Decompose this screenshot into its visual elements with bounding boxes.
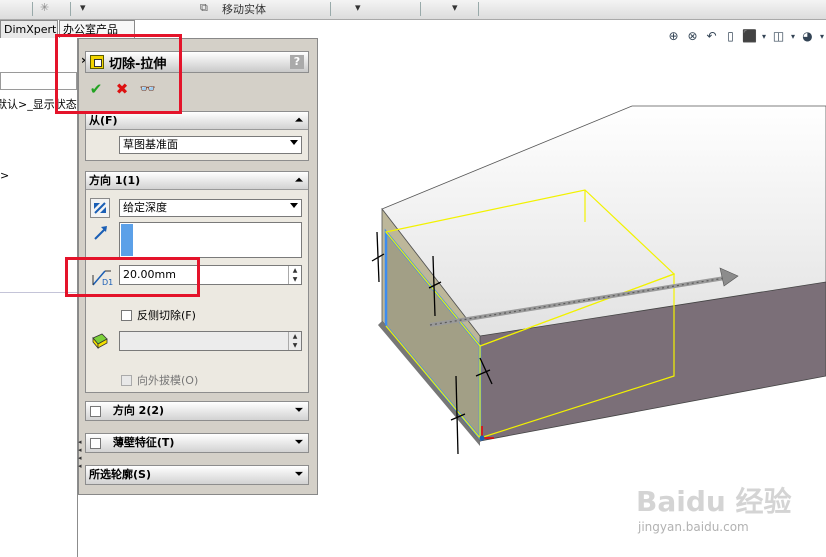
dropdown-arrow-icon[interactable]: ▾ (80, 1, 86, 14)
thin-feature-label: 薄壁特征(T) (112, 436, 175, 449)
ok-check-icon[interactable]: ✔ (88, 80, 104, 98)
chevron-down-icon (290, 203, 298, 208)
display-style-icon[interactable]: ◫ (770, 28, 787, 45)
view-orientation-icon[interactable]: ⬛ (741, 28, 758, 45)
direction2-group: 方向 2(2) ⏷ (85, 401, 309, 421)
panel-splitter[interactable]: ◂ ◂ ◂ ◂ (78, 438, 84, 472)
chevron-down-icon[interactable]: ▾ (818, 28, 826, 45)
toolbar-separator (420, 2, 421, 16)
tree-item-arrow[interactable]: > (0, 169, 9, 182)
checkbox-box[interactable] (121, 374, 132, 386)
dropdown-arrow-icon[interactable]: ▾ (355, 1, 361, 14)
thin-feature-group: 薄壁特征(T) ⏷ (85, 433, 309, 453)
section-view-icon[interactable]: ▯ (722, 28, 739, 45)
move-body-button[interactable]: 移动实体 (222, 1, 266, 17)
property-manager-panel: » 切除-拉伸 ? ✔ ✖ 👓 从(F) ⏶ 草图基准面 方向 1( (78, 38, 318, 495)
toolbar-separator (478, 2, 479, 16)
selected-contours-header[interactable]: 所选轮廓(S) ⏷ (86, 466, 308, 484)
from-select-value: 草图基准面 (123, 138, 178, 151)
direction2-label: 方向 2(2) (112, 404, 165, 417)
zoom-to-fit-icon[interactable]: ⊕ (665, 28, 682, 45)
direction-arrow-icon (94, 226, 107, 240)
baidu-watermark: Baidu 经验 jingyan.baidu.com (636, 480, 816, 542)
watermark-url: jingyan.baidu.com (638, 520, 749, 534)
collapse-chevron-icon[interactable]: ⏶ (295, 112, 303, 129)
from-select[interactable]: 草图基准面 (119, 136, 302, 154)
command-toolbar: ✳ ▾ ⧉ 移动实体 ▾ ▾ (0, 0, 826, 20)
toolbar-separator (330, 2, 331, 16)
pm-action-buttons: ✔ ✖ 👓 (85, 79, 156, 99)
hide-show-items-icon[interactable]: ◕ (799, 28, 816, 45)
chevron-down-icon[interactable]: ▾ (760, 28, 768, 45)
toolbar-separator (70, 2, 71, 16)
detailed-preview-icon[interactable]: 👓 (140, 81, 156, 97)
tab-dimxpert[interactable]: DimXpert (0, 20, 58, 38)
flip-side-label: 反侧切除(F) (137, 309, 196, 322)
expand-chevron-icon[interactable]: ⏷ (295, 466, 303, 483)
depth-value: 20.00mm (123, 268, 176, 281)
tree-divider (0, 292, 77, 293)
manager-tabs: DimXpert 办公室产品 (0, 20, 135, 38)
draft-angle-input[interactable]: ▲ ▼ (119, 331, 302, 351)
end-condition-value: 给定深度 (123, 201, 167, 214)
from-group: 从(F) ⏶ 草图基准面 (85, 111, 309, 161)
depth-spinner[interactable]: ▲ ▼ (288, 266, 301, 284)
end-condition-select[interactable]: 给定深度 (119, 199, 302, 217)
toolbar-separator (32, 2, 33, 16)
feature-tree-pane: 默认>_显示状态 > (0, 38, 78, 557)
dropdown-arrow-icon[interactable]: ▾ (452, 1, 458, 14)
tab-office-products[interactable]: 办公室产品 (59, 20, 135, 38)
direction2-checkbox[interactable] (90, 405, 101, 417)
draft-outward-label: 向外拔模(O) (137, 374, 199, 387)
direction-reference-list[interactable] (119, 222, 302, 258)
depth-input[interactable]: 20.00mm ▲ ▼ (119, 265, 302, 285)
expand-chevron-icon[interactable]: ⏷ (295, 402, 303, 419)
view-toolbar: ⊕ ⊗ ↶ ▯ ⬛ ▾ ◫ ▾ ◕ ▾ (665, 26, 826, 46)
selected-contours-group: 所选轮廓(S) ⏷ (85, 465, 309, 485)
selection-highlight (121, 224, 133, 256)
reverse-direction-button[interactable] (90, 198, 110, 218)
collapse-chevron-icon[interactable]: ⏶ (295, 172, 303, 189)
star-icon[interactable]: ✳ (40, 1, 49, 14)
draft-toggle-button[interactable] (90, 330, 110, 350)
draft-outward-checkbox[interactable]: 向外拔模(O) (121, 372, 198, 388)
pm-title: 切除-拉伸 (109, 56, 167, 72)
direction2-group-header[interactable]: 方向 2(2) ⏷ (86, 402, 308, 420)
zoom-area-icon[interactable]: ⊗ (684, 28, 701, 45)
depth-icon: D1 (89, 265, 115, 289)
selected-contours-label: 所选轮廓(S) (89, 468, 151, 481)
tree-filter-input[interactable] (0, 72, 77, 90)
from-group-header[interactable]: 从(F) ⏶ (86, 112, 308, 130)
reverse-direction-icon (94, 202, 106, 214)
direction1-group-label: 方向 1(1) (89, 174, 141, 187)
tree-display-state[interactable]: 默认>_显示状态 (0, 96, 77, 112)
cancel-x-icon[interactable]: ✖ (114, 80, 130, 98)
expand-chevron-icon[interactable]: ⏷ (295, 434, 303, 451)
draft-icon (92, 333, 108, 350)
direction1-group-header[interactable]: 方向 1(1) ⏶ (86, 172, 308, 190)
chevron-down-icon (290, 140, 298, 145)
help-icon[interactable]: ? (290, 55, 304, 69)
depth-icon-label: D1 (102, 278, 114, 287)
chevron-down-icon[interactable]: ▾ (789, 28, 797, 45)
flip-side-checkbox[interactable]: 反侧切除(F) (121, 307, 196, 323)
previous-view-icon[interactable]: ↶ (703, 28, 720, 45)
checkbox-box[interactable] (121, 309, 132, 321)
thin-feature-group-header[interactable]: 薄壁特征(T) ⏷ (86, 434, 308, 452)
direction-vector-button[interactable] (92, 224, 112, 244)
direction1-group: 方向 1(1) ⏶ 给定深度 D1 20.00mm ▲ ▼ 反侧切除(F) ▲ … (85, 171, 309, 393)
watermark-brand: Baidu 经验 (636, 485, 792, 518)
cut-extrude-icon (90, 55, 104, 69)
from-group-label: 从(F) (89, 114, 118, 127)
draft-angle-spinner[interactable]: ▲ ▼ (288, 332, 301, 350)
pm-title-bar: 切除-拉伸 ? (85, 51, 309, 73)
thin-feature-checkbox[interactable] (90, 437, 101, 449)
graphics-viewport[interactable] (320, 46, 826, 476)
move-body-icon[interactable]: ⧉ (200, 1, 208, 15)
